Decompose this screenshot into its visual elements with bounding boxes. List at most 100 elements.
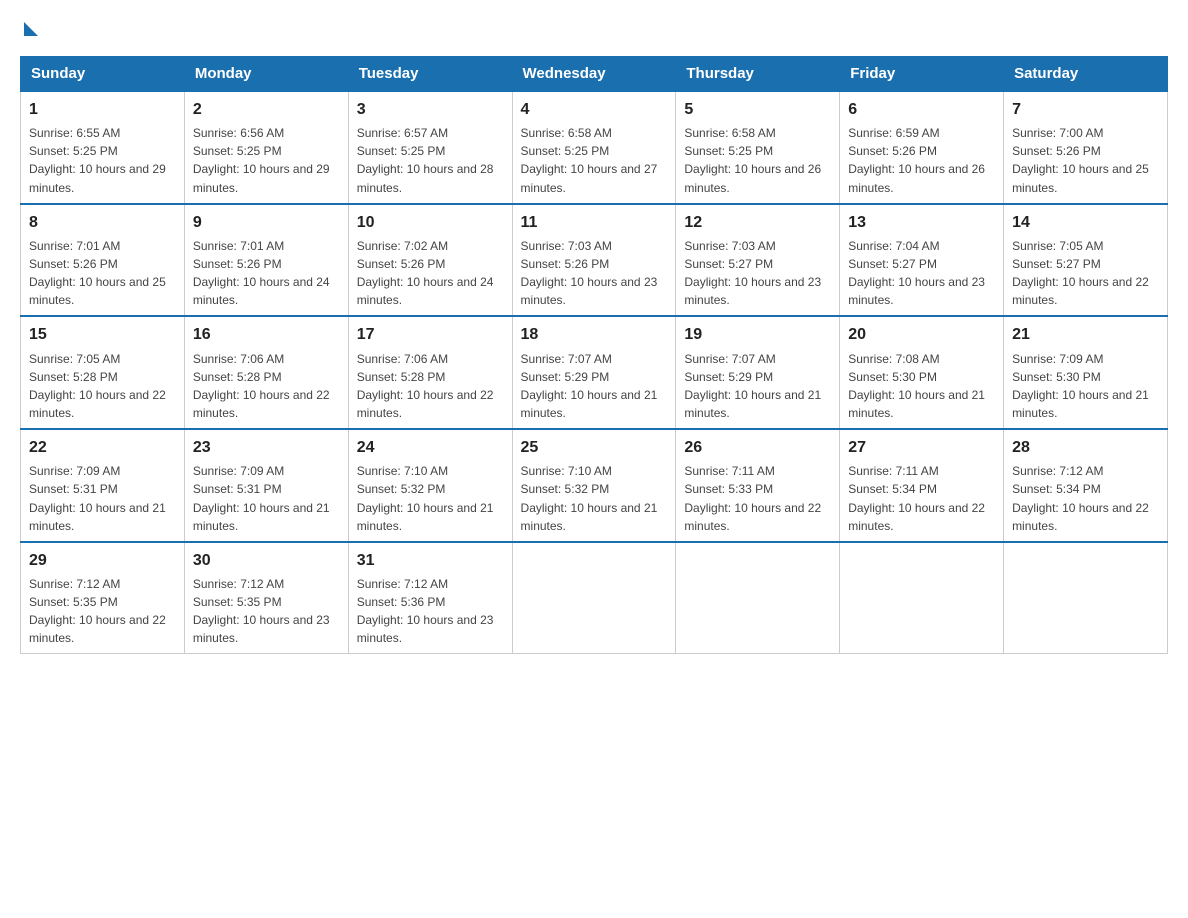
calendar-day-cell xyxy=(512,542,676,654)
column-header-monday: Monday xyxy=(184,57,348,92)
day-number: 3 xyxy=(357,98,504,121)
calendar-day-cell: 4 Sunrise: 6:58 AM Sunset: 5:25 PM Dayli… xyxy=(512,91,676,204)
day-info: Sunrise: 7:09 AM Sunset: 5:30 PM Dayligh… xyxy=(1012,352,1149,420)
day-info: Sunrise: 7:11 AM Sunset: 5:34 PM Dayligh… xyxy=(848,464,985,532)
column-header-tuesday: Tuesday xyxy=(348,57,512,92)
calendar-week-row: 29 Sunrise: 7:12 AM Sunset: 5:35 PM Dayl… xyxy=(21,542,1168,654)
day-number: 13 xyxy=(848,211,995,234)
calendar-day-cell: 16 Sunrise: 7:06 AM Sunset: 5:28 PM Dayl… xyxy=(184,316,348,429)
day-info: Sunrise: 6:58 AM Sunset: 5:25 PM Dayligh… xyxy=(684,126,821,194)
day-number: 7 xyxy=(1012,98,1159,121)
day-number: 9 xyxy=(193,211,340,234)
day-info: Sunrise: 7:01 AM Sunset: 5:26 PM Dayligh… xyxy=(193,239,330,307)
calendar-day-cell: 25 Sunrise: 7:10 AM Sunset: 5:32 PM Dayl… xyxy=(512,429,676,542)
day-number: 21 xyxy=(1012,323,1159,346)
day-info: Sunrise: 7:02 AM Sunset: 5:26 PM Dayligh… xyxy=(357,239,494,307)
day-number: 22 xyxy=(29,436,176,459)
calendar-day-cell: 9 Sunrise: 7:01 AM Sunset: 5:26 PM Dayli… xyxy=(184,204,348,317)
calendar-week-row: 22 Sunrise: 7:09 AM Sunset: 5:31 PM Dayl… xyxy=(21,429,1168,542)
calendar-day-cell: 20 Sunrise: 7:08 AM Sunset: 5:30 PM Dayl… xyxy=(840,316,1004,429)
day-number: 25 xyxy=(521,436,668,459)
day-info: Sunrise: 7:05 AM Sunset: 5:28 PM Dayligh… xyxy=(29,352,166,420)
calendar-day-cell: 26 Sunrise: 7:11 AM Sunset: 5:33 PM Dayl… xyxy=(676,429,840,542)
day-number: 19 xyxy=(684,323,831,346)
day-info: Sunrise: 7:12 AM Sunset: 5:35 PM Dayligh… xyxy=(29,577,166,645)
day-number: 24 xyxy=(357,436,504,459)
day-number: 26 xyxy=(684,436,831,459)
calendar-day-cell xyxy=(840,542,1004,654)
calendar-day-cell: 14 Sunrise: 7:05 AM Sunset: 5:27 PM Dayl… xyxy=(1004,204,1168,317)
day-info: Sunrise: 7:10 AM Sunset: 5:32 PM Dayligh… xyxy=(357,464,494,532)
calendar-day-cell: 1 Sunrise: 6:55 AM Sunset: 5:25 PM Dayli… xyxy=(21,91,185,204)
day-number: 31 xyxy=(357,549,504,572)
day-number: 5 xyxy=(684,98,831,121)
calendar-day-cell: 23 Sunrise: 7:09 AM Sunset: 5:31 PM Dayl… xyxy=(184,429,348,542)
calendar-day-cell: 15 Sunrise: 7:05 AM Sunset: 5:28 PM Dayl… xyxy=(21,316,185,429)
day-info: Sunrise: 7:12 AM Sunset: 5:35 PM Dayligh… xyxy=(193,577,330,645)
page-header xyxy=(20,20,1168,36)
day-info: Sunrise: 7:11 AM Sunset: 5:33 PM Dayligh… xyxy=(684,464,821,532)
calendar-day-cell: 13 Sunrise: 7:04 AM Sunset: 5:27 PM Dayl… xyxy=(840,204,1004,317)
calendar-week-row: 8 Sunrise: 7:01 AM Sunset: 5:26 PM Dayli… xyxy=(21,204,1168,317)
column-header-sunday: Sunday xyxy=(21,57,185,92)
logo-blue-text xyxy=(20,20,38,36)
calendar-day-cell: 27 Sunrise: 7:11 AM Sunset: 5:34 PM Dayl… xyxy=(840,429,1004,542)
day-number: 27 xyxy=(848,436,995,459)
calendar-day-cell: 31 Sunrise: 7:12 AM Sunset: 5:36 PM Dayl… xyxy=(348,542,512,654)
day-number: 10 xyxy=(357,211,504,234)
day-info: Sunrise: 7:12 AM Sunset: 5:36 PM Dayligh… xyxy=(357,577,494,645)
day-info: Sunrise: 7:04 AM Sunset: 5:27 PM Dayligh… xyxy=(848,239,985,307)
column-header-thursday: Thursday xyxy=(676,57,840,92)
calendar-day-cell: 19 Sunrise: 7:07 AM Sunset: 5:29 PM Dayl… xyxy=(676,316,840,429)
day-info: Sunrise: 6:57 AM Sunset: 5:25 PM Dayligh… xyxy=(357,126,494,194)
calendar-day-cell: 8 Sunrise: 7:01 AM Sunset: 5:26 PM Dayli… xyxy=(21,204,185,317)
day-number: 17 xyxy=(357,323,504,346)
calendar-day-cell: 5 Sunrise: 6:58 AM Sunset: 5:25 PM Dayli… xyxy=(676,91,840,204)
calendar-week-row: 1 Sunrise: 6:55 AM Sunset: 5:25 PM Dayli… xyxy=(21,91,1168,204)
day-info: Sunrise: 7:09 AM Sunset: 5:31 PM Dayligh… xyxy=(29,464,166,532)
day-number: 23 xyxy=(193,436,340,459)
day-number: 28 xyxy=(1012,436,1159,459)
calendar-day-cell: 18 Sunrise: 7:07 AM Sunset: 5:29 PM Dayl… xyxy=(512,316,676,429)
day-number: 11 xyxy=(521,211,668,234)
column-header-friday: Friday xyxy=(840,57,1004,92)
day-info: Sunrise: 7:03 AM Sunset: 5:26 PM Dayligh… xyxy=(521,239,658,307)
day-info: Sunrise: 7:06 AM Sunset: 5:28 PM Dayligh… xyxy=(357,352,494,420)
day-number: 16 xyxy=(193,323,340,346)
day-info: Sunrise: 6:59 AM Sunset: 5:26 PM Dayligh… xyxy=(848,126,985,194)
calendar-day-cell xyxy=(676,542,840,654)
day-info: Sunrise: 7:01 AM Sunset: 5:26 PM Dayligh… xyxy=(29,239,166,307)
day-info: Sunrise: 7:00 AM Sunset: 5:26 PM Dayligh… xyxy=(1012,126,1149,194)
day-info: Sunrise: 7:12 AM Sunset: 5:34 PM Dayligh… xyxy=(1012,464,1149,532)
day-number: 1 xyxy=(29,98,176,121)
calendar-day-cell: 3 Sunrise: 6:57 AM Sunset: 5:25 PM Dayli… xyxy=(348,91,512,204)
calendar-header-row: SundayMondayTuesdayWednesdayThursdayFrid… xyxy=(21,57,1168,92)
calendar-day-cell: 21 Sunrise: 7:09 AM Sunset: 5:30 PM Dayl… xyxy=(1004,316,1168,429)
day-number: 8 xyxy=(29,211,176,234)
day-info: Sunrise: 7:07 AM Sunset: 5:29 PM Dayligh… xyxy=(684,352,821,420)
day-info: Sunrise: 7:07 AM Sunset: 5:29 PM Dayligh… xyxy=(521,352,658,420)
day-info: Sunrise: 7:06 AM Sunset: 5:28 PM Dayligh… xyxy=(193,352,330,420)
day-info: Sunrise: 6:55 AM Sunset: 5:25 PM Dayligh… xyxy=(29,126,166,194)
day-number: 29 xyxy=(29,549,176,572)
day-info: Sunrise: 7:10 AM Sunset: 5:32 PM Dayligh… xyxy=(521,464,658,532)
day-number: 20 xyxy=(848,323,995,346)
calendar-day-cell: 17 Sunrise: 7:06 AM Sunset: 5:28 PM Dayl… xyxy=(348,316,512,429)
day-number: 15 xyxy=(29,323,176,346)
calendar-day-cell: 6 Sunrise: 6:59 AM Sunset: 5:26 PM Dayli… xyxy=(840,91,1004,204)
day-number: 30 xyxy=(193,549,340,572)
calendar-day-cell: 22 Sunrise: 7:09 AM Sunset: 5:31 PM Dayl… xyxy=(21,429,185,542)
column-header-wednesday: Wednesday xyxy=(512,57,676,92)
day-number: 4 xyxy=(521,98,668,121)
day-info: Sunrise: 7:09 AM Sunset: 5:31 PM Dayligh… xyxy=(193,464,330,532)
day-info: Sunrise: 7:05 AM Sunset: 5:27 PM Dayligh… xyxy=(1012,239,1149,307)
day-info: Sunrise: 7:08 AM Sunset: 5:30 PM Dayligh… xyxy=(848,352,985,420)
day-number: 12 xyxy=(684,211,831,234)
calendar-day-cell: 11 Sunrise: 7:03 AM Sunset: 5:26 PM Dayl… xyxy=(512,204,676,317)
day-number: 6 xyxy=(848,98,995,121)
day-number: 18 xyxy=(521,323,668,346)
calendar-day-cell: 10 Sunrise: 7:02 AM Sunset: 5:26 PM Dayl… xyxy=(348,204,512,317)
calendar-day-cell: 12 Sunrise: 7:03 AM Sunset: 5:27 PM Dayl… xyxy=(676,204,840,317)
column-header-saturday: Saturday xyxy=(1004,57,1168,92)
calendar-day-cell: 30 Sunrise: 7:12 AM Sunset: 5:35 PM Dayl… xyxy=(184,542,348,654)
